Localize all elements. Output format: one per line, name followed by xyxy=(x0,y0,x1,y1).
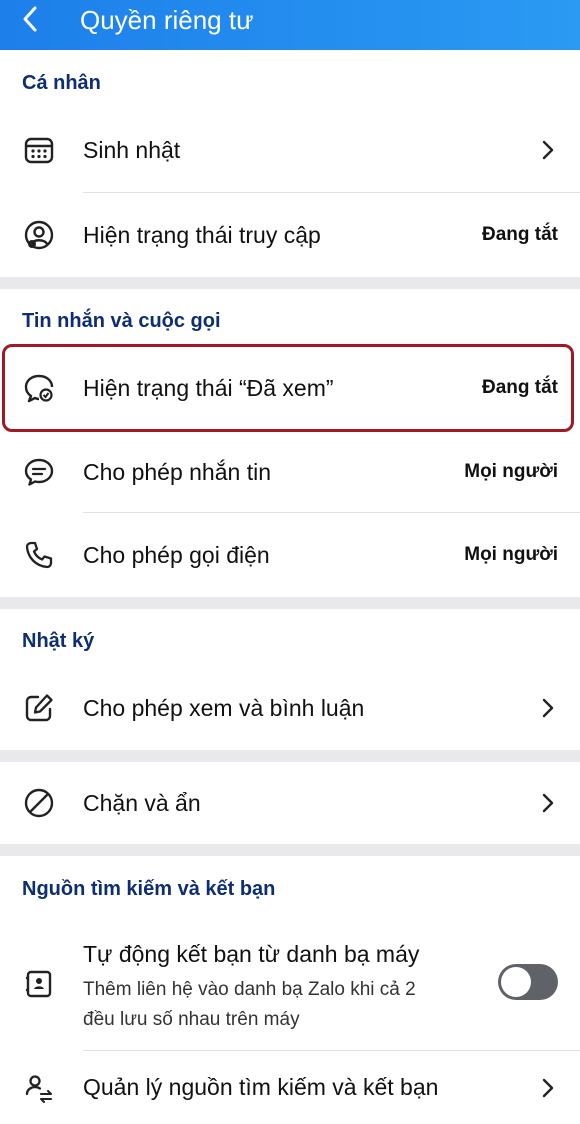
section-title-personal: Cá nhân xyxy=(22,72,101,94)
row-auto-friend: Tự động kết bạn từ danh bạ máy Thêm liên… xyxy=(0,925,580,1043)
row-birthday[interactable]: Sinh nhật xyxy=(0,108,580,192)
phone-icon xyxy=(22,538,56,572)
row-allow-calls[interactable]: Cho phép gọi điện Mọi người xyxy=(0,513,580,597)
chevron-right-icon xyxy=(542,140,554,160)
user-status-icon xyxy=(22,218,56,252)
calendar-icon xyxy=(22,133,56,167)
chevron-left-icon xyxy=(23,6,37,32)
access-status-value: Đang tắt xyxy=(482,224,558,245)
view-comment-label: Cho phép xem và bình luận xyxy=(83,694,365,721)
section-separator xyxy=(0,844,580,856)
row-manage-sources[interactable]: Quản lý nguồn tìm kiếm và kết bạn xyxy=(0,1051,580,1124)
chevron-right-icon xyxy=(542,793,554,813)
block-icon xyxy=(22,786,56,820)
section-separator xyxy=(0,750,580,762)
back-button[interactable] xyxy=(0,0,60,50)
auto-friend-toggle[interactable] xyxy=(498,964,558,1000)
section-separator xyxy=(0,597,580,609)
contact-book-icon xyxy=(22,967,56,1001)
chat-icon xyxy=(22,455,56,489)
row-block-hide[interactable]: Chặn và ẩn xyxy=(0,762,580,844)
section-title-diary: Nhật ký xyxy=(22,630,95,652)
auto-friend-description-line1: Thêm liên hệ vào danh bạ Zalo khi cả 2 xyxy=(83,979,416,1000)
edit-icon xyxy=(22,691,56,725)
chevron-right-icon xyxy=(542,1078,554,1097)
manage-sources-label: Quản lý nguồn tìm kiếm và kết bạn xyxy=(83,1074,439,1100)
section-title-sources: Nguồn tìm kiếm và kết bạn xyxy=(22,878,276,900)
row-view-comment[interactable]: Cho phép xem và bình luận xyxy=(0,666,580,750)
allow-messaging-value: Mọi người xyxy=(464,461,558,482)
section-title-messages: Tin nhắn và cuộc gọi xyxy=(22,310,221,332)
user-sync-icon xyxy=(22,1071,56,1105)
page-title: Quyền riêng tư xyxy=(80,4,254,35)
section-separator xyxy=(0,277,580,289)
highlight-box xyxy=(2,344,574,432)
row-access-status[interactable]: Hiện trạng thái truy cập Đang tắt xyxy=(0,193,580,277)
block-hide-label: Chặn và ẩn xyxy=(83,789,201,816)
birthday-label: Sinh nhật xyxy=(83,136,181,163)
chevron-right-icon xyxy=(542,698,554,718)
auto-friend-label: Tự động kết bạn từ danh bạ máy xyxy=(83,941,420,967)
app-header: Quyền riêng tư xyxy=(0,0,580,50)
allow-calls-label: Cho phép gọi điện xyxy=(83,541,270,568)
allow-messaging-label: Cho phép nhắn tin xyxy=(83,458,271,485)
toggle-knob xyxy=(501,967,531,997)
allow-calls-value: Mọi người xyxy=(464,544,558,565)
auto-friend-description-line2: đều lưu số nhau trên máy xyxy=(83,1009,300,1030)
access-status-label: Hiện trạng thái truy cập xyxy=(83,221,321,248)
row-allow-messaging[interactable]: Cho phép nhắn tin Mọi người xyxy=(0,432,580,512)
